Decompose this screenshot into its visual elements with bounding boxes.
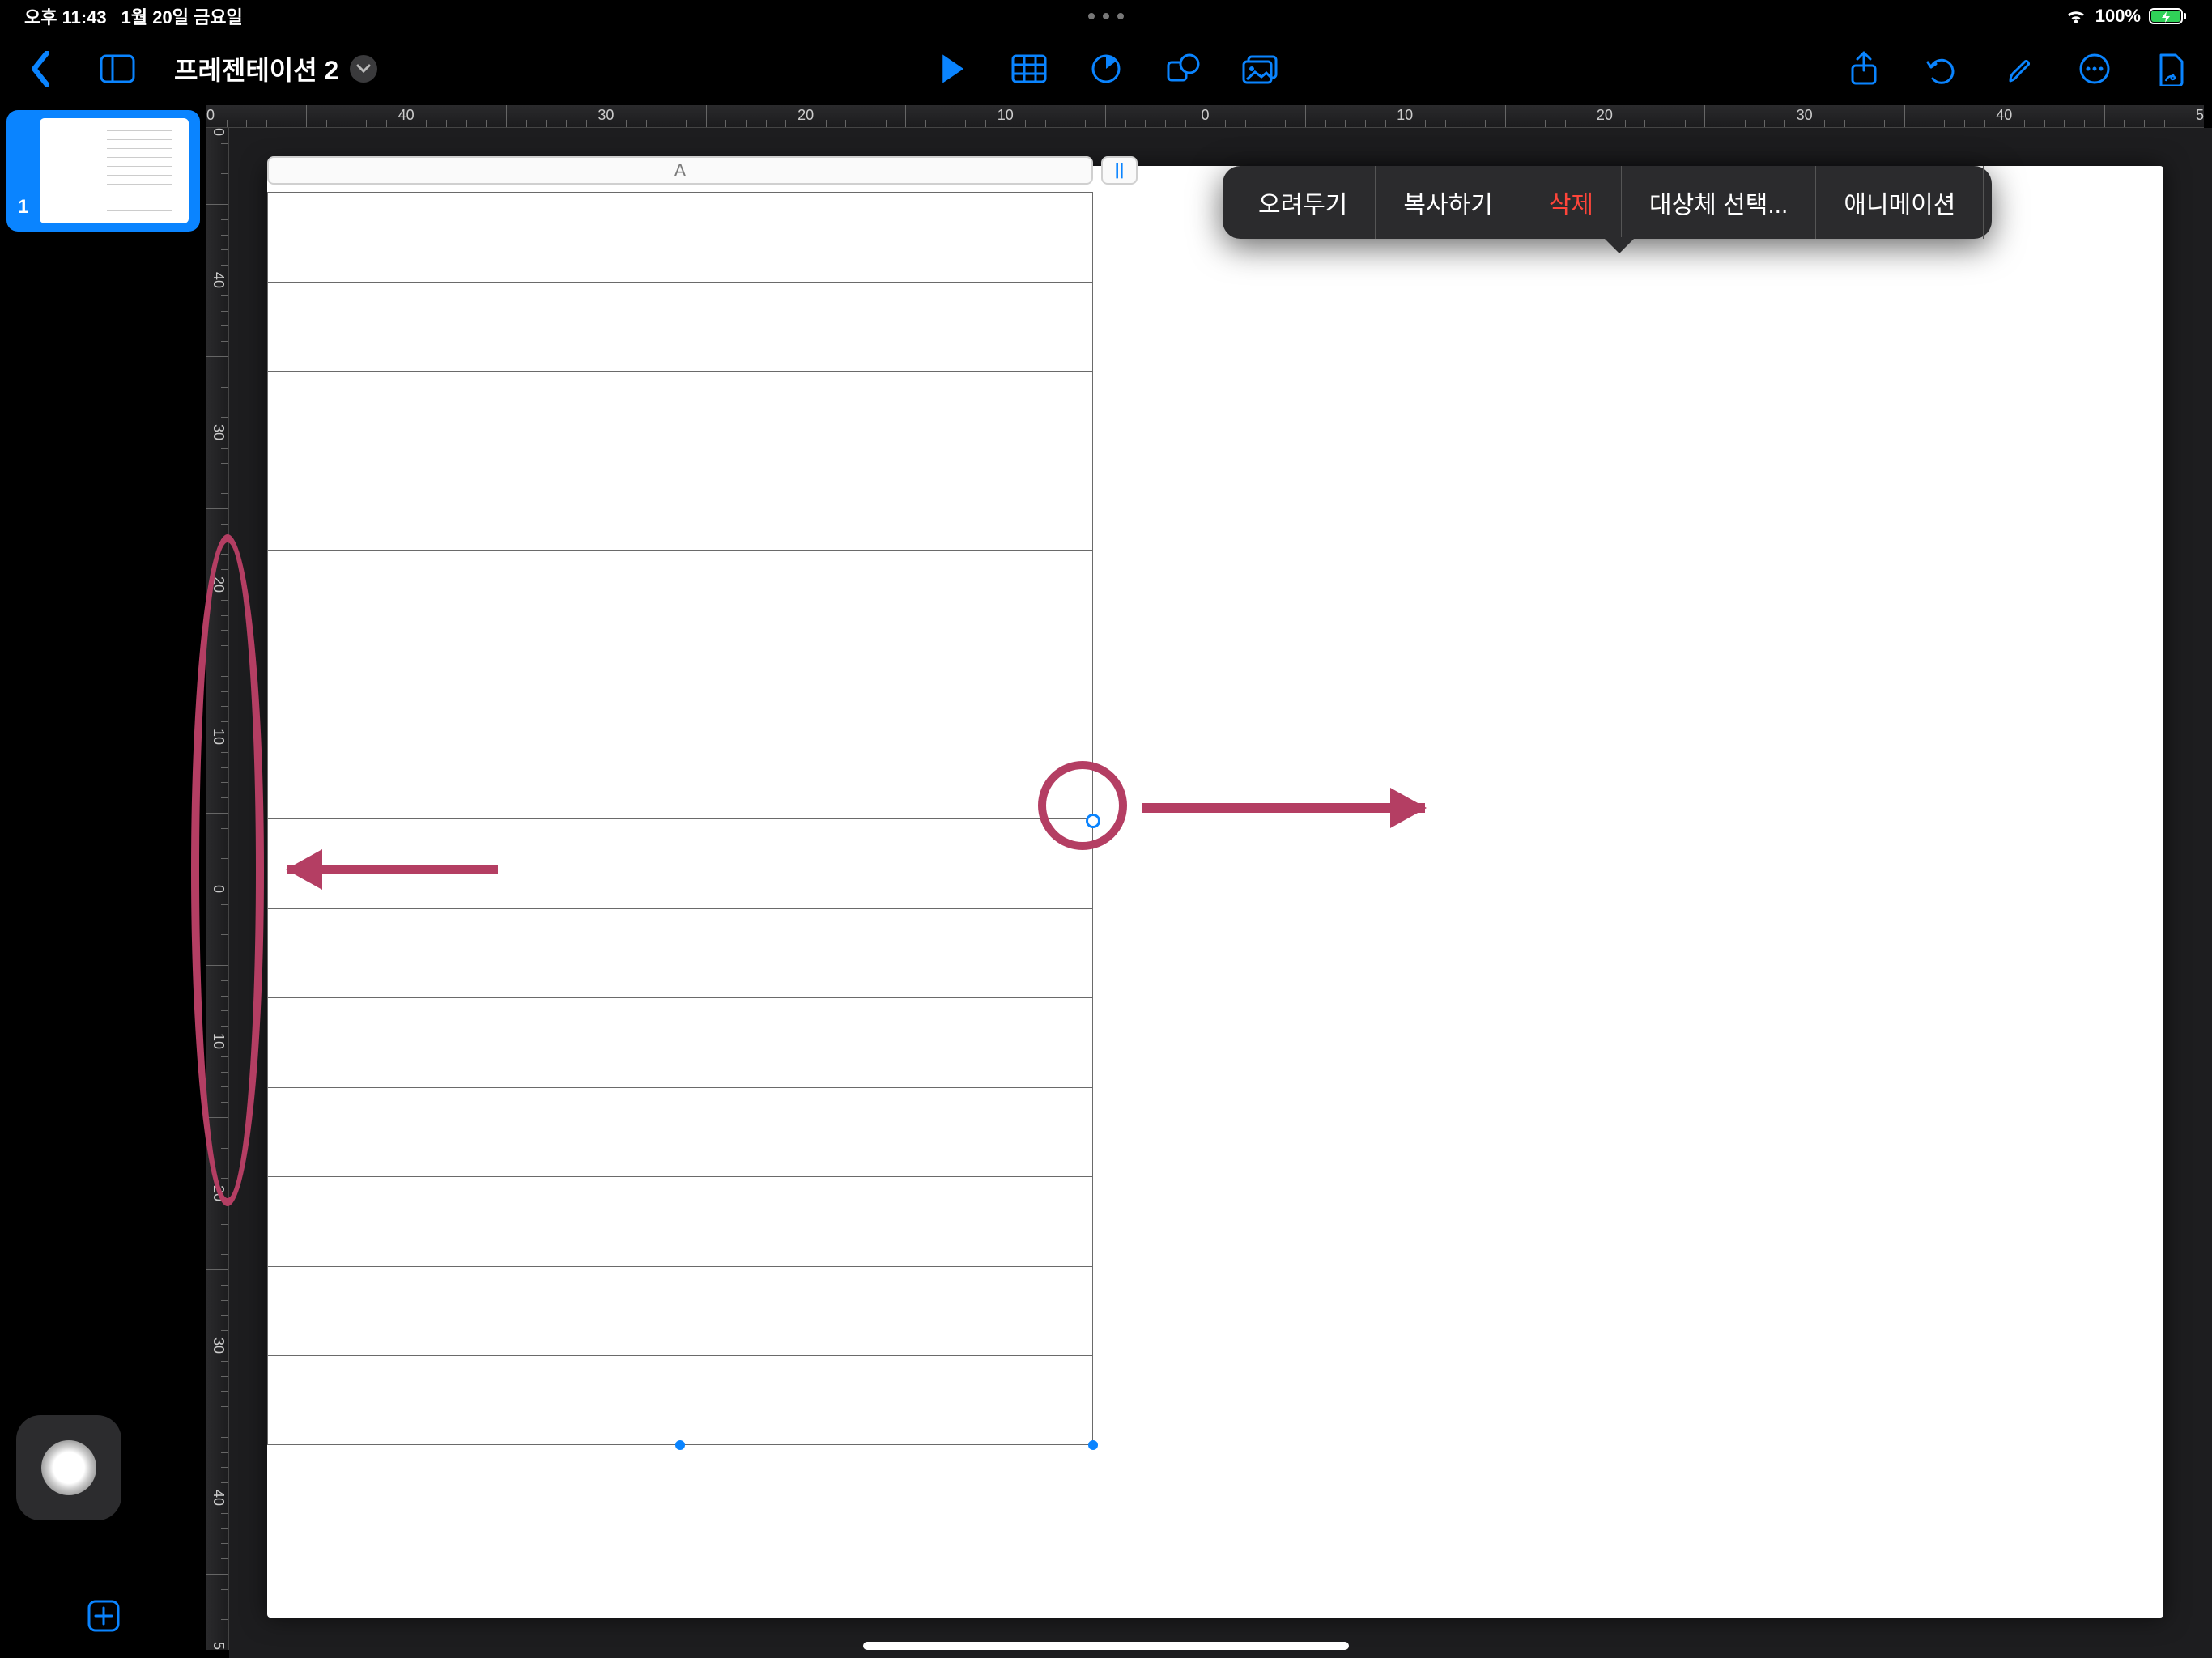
table-row[interactable] (268, 461, 1092, 551)
ruler-label: 20 (210, 576, 227, 593)
format-brush-button[interactable] (1997, 49, 2038, 89)
table-row[interactable] (268, 372, 1092, 461)
ruler-label: 50 (2196, 107, 2204, 124)
ruler-label: 50 (210, 1642, 227, 1650)
ruler-label: 50 (210, 128, 227, 136)
slide-thumb-1[interactable]: 1 (6, 110, 200, 232)
ruler-label: 10 (998, 107, 1014, 124)
table-row[interactable] (268, 1356, 1092, 1446)
editor-main: 1 50 40 30 20 10 0 10 20 30 40 50 50 40 30 20 10 0 10 20 3… (0, 105, 2212, 1658)
document-options-button[interactable] (2151, 49, 2192, 89)
table-row[interactable] (268, 729, 1092, 819)
app-toolbar: 프레젠테이션 2 (0, 32, 2212, 105)
status-time: 오후 11:43 (24, 3, 107, 29)
ruler-label: 40 (210, 272, 227, 288)
table-row[interactable] (268, 1177, 1092, 1267)
play-button[interactable] (932, 49, 972, 89)
insert-table-button[interactable] (1009, 49, 1049, 89)
ctx-animation[interactable]: 애니메이션 (1816, 166, 1984, 239)
selection-handle-right[interactable] (1086, 814, 1100, 828)
ruler-label: 20 (210, 1185, 227, 1201)
insert-chart-button[interactable] (1086, 49, 1126, 89)
home-indicator[interactable] (863, 1642, 1349, 1650)
share-button[interactable] (1844, 49, 1884, 89)
selection-handle-bottom-right[interactable] (1088, 1440, 1098, 1450)
table-row[interactable] (268, 909, 1092, 999)
insert-shape-button[interactable] (1163, 49, 1203, 89)
ruler-label: 10 (210, 729, 227, 745)
ruler-label: 40 (398, 107, 415, 124)
table-row[interactable] (268, 819, 1092, 909)
ruler-label: 20 (1597, 107, 1613, 124)
assistive-touch-button[interactable] (16, 1415, 121, 1520)
table-row[interactable] (268, 283, 1092, 372)
multitask-dots[interactable] (1088, 13, 1124, 19)
ruler-label: 30 (210, 1337, 227, 1354)
undo-button[interactable] (1921, 49, 1961, 89)
wifi-icon (2065, 7, 2087, 25)
ruler-label: 40 (210, 1490, 227, 1506)
table-row[interactable] (268, 998, 1092, 1088)
status-bar: 오후 11:43 1월 20일 금요일 100% (0, 0, 2212, 32)
ruler-label: 20 (798, 107, 814, 124)
ruler-label: 0 (1201, 107, 1209, 124)
insert-media-button[interactable] (1240, 49, 1280, 89)
status-date: 1월 20일 금요일 (121, 3, 243, 29)
slide-canvas[interactable]: A || (267, 166, 2163, 1618)
table-column-header[interactable]: A (267, 156, 1093, 185)
column-label-A: A (674, 160, 687, 181)
context-menu: 오려두기 복사하기 삭제 대상체 선택... 애니메이션 (1223, 166, 1992, 239)
sidebar-toggle-button[interactable] (97, 49, 138, 89)
table-row[interactable] (268, 193, 1092, 283)
table-row[interactable] (268, 1088, 1092, 1178)
ruler-label: 50 (206, 107, 215, 124)
table-object[interactable] (267, 192, 1093, 1445)
vertical-ruler[interactable]: 50 40 30 20 10 0 10 20 30 40 50 (206, 128, 229, 1650)
table-row[interactable] (268, 551, 1092, 640)
battery-pct: 100% (2095, 6, 2141, 27)
chevron-down-icon[interactable] (350, 55, 377, 83)
slide-number: 1 (18, 196, 28, 223)
document-title-text: 프레젠테이션 2 (174, 50, 338, 87)
back-button[interactable] (20, 49, 61, 89)
ruler-label: 30 (210, 424, 227, 440)
ruler-label: 40 (1996, 107, 2012, 124)
slide-thumbnail (40, 118, 189, 223)
ctx-cut[interactable]: 오려두기 (1231, 166, 1376, 239)
ruler-label: 30 (598, 107, 614, 124)
ruler-label: 0 (210, 885, 227, 893)
table-row[interactable] (268, 1267, 1092, 1357)
ctx-delete[interactable]: 삭제 (1521, 166, 1622, 239)
ruler-label: 10 (1397, 107, 1413, 124)
more-button[interactable] (2074, 49, 2115, 89)
table-add-column-handle[interactable]: || (1101, 156, 1138, 185)
horizontal-ruler[interactable]: 50 40 30 20 10 0 10 20 30 40 50 (206, 105, 2204, 128)
column-ext-label: || (1115, 161, 1124, 180)
battery-charging-icon (2149, 6, 2188, 26)
ctx-copy[interactable]: 복사하기 (1376, 166, 1521, 239)
assistive-touch-icon (41, 1440, 96, 1495)
add-slide-button[interactable] (0, 1598, 206, 1634)
ruler-label: 30 (1797, 107, 1813, 124)
selection-handle-bottom[interactable] (675, 1440, 685, 1450)
ctx-select-objects[interactable]: 대상체 선택... (1622, 166, 1816, 239)
document-title[interactable]: 프레젠테이션 2 (174, 50, 377, 87)
table-row[interactable] (268, 640, 1092, 730)
ruler-label: 10 (210, 1033, 227, 1049)
